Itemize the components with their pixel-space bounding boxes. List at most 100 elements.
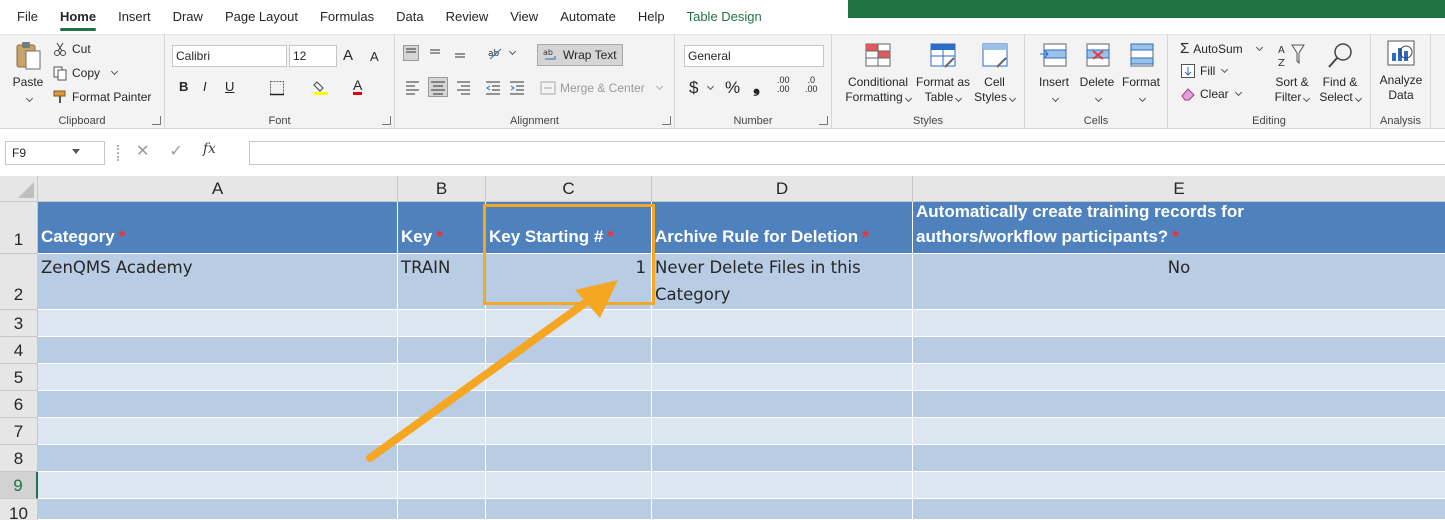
align-bottom-button[interactable] <box>453 45 469 61</box>
row-header-1[interactable]: 1 <box>0 202 38 254</box>
cell-b10[interactable] <box>398 499 486 520</box>
tab-help[interactable]: Help <box>627 0 676 34</box>
header-cell-key[interactable]: Key * <box>398 202 486 254</box>
cell-e3[interactable] <box>913 310 1445 337</box>
cell-a9[interactable] <box>38 472 398 499</box>
cell-d6[interactable] <box>652 391 913 418</box>
decrease-indent-button[interactable] <box>485 79 501 95</box>
insert-cells-button[interactable]: Insert <box>1033 41 1075 105</box>
cell-a4[interactable] <box>38 337 398 364</box>
cell-c7[interactable] <box>486 418 652 445</box>
cell-e7[interactable] <box>913 418 1445 445</box>
cell-b8[interactable] <box>398 445 486 472</box>
decrease-decimal-button[interactable]: .0.00 <box>805 76 818 94</box>
cell-d10[interactable] <box>652 499 913 520</box>
tab-page-layout[interactable]: Page Layout <box>214 0 309 34</box>
merge-center-button[interactable]: Merge & Center <box>540 80 663 96</box>
tab-data[interactable]: Data <box>385 0 434 34</box>
cell-c6[interactable] <box>486 391 652 418</box>
cancel-entry-icon[interactable]: ✕ <box>136 141 149 161</box>
formula-input[interactable] <box>249 141 1445 165</box>
tab-table-design[interactable]: Table Design <box>676 0 773 34</box>
row-header-2[interactable]: 2 <box>0 254 38 310</box>
cell-b2[interactable]: TRAIN <box>398 254 486 310</box>
insert-function-icon[interactable]: fx <box>203 141 216 161</box>
cell-d2[interactable]: Never Delete Files in this Category <box>652 254 913 310</box>
confirm-entry-icon[interactable]: ✓ <box>169 141 182 161</box>
cell-a8[interactable] <box>38 445 398 472</box>
cell-a10[interactable] <box>38 499 398 520</box>
cell-e4[interactable] <box>913 337 1445 364</box>
cell-c10[interactable] <box>486 499 652 520</box>
underline-button[interactable]: U <box>225 79 234 94</box>
number-format-select[interactable]: General <box>684 45 824 67</box>
cell-a2[interactable]: ZenQMS Academy <box>38 254 398 310</box>
tab-file[interactable]: File <box>6 0 49 34</box>
analyze-data-button[interactable]: Analyze Data <box>1373 39 1429 103</box>
column-header-d[interactable]: D <box>652 176 913 202</box>
percent-button[interactable]: % <box>725 78 740 98</box>
align-middle-button[interactable] <box>428 45 444 61</box>
row-header-8[interactable]: 8 <box>0 445 38 472</box>
cell-a3[interactable] <box>38 310 398 337</box>
cell-b9[interactable] <box>398 472 486 499</box>
cell-d4[interactable] <box>652 337 913 364</box>
alignment-launcher-icon[interactable] <box>662 116 671 125</box>
font-color-button[interactable]: A <box>353 78 363 95</box>
fill-color-button[interactable] <box>313 79 329 95</box>
align-center-button[interactable] <box>428 77 448 97</box>
tab-home[interactable]: Home <box>49 0 107 34</box>
column-header-a[interactable]: A <box>38 176 398 202</box>
currency-button[interactable]: $ <box>689 78 715 98</box>
row-header-10[interactable]: 10 <box>0 499 38 520</box>
align-left-button[interactable] <box>405 79 421 95</box>
delete-cells-button[interactable]: Delete <box>1075 41 1119 105</box>
conditional-formatting-button[interactable]: Conditional Formatting <box>842 41 914 105</box>
comma-button[interactable]: ❟ <box>753 76 760 97</box>
cell-d9[interactable] <box>652 472 913 499</box>
cell-b3[interactable] <box>398 310 486 337</box>
cell-c9[interactable] <box>486 472 652 499</box>
row-header-5[interactable]: 5 <box>0 364 38 391</box>
formula-bar-grip[interactable] <box>117 145 119 161</box>
name-box[interactable]: F9 <box>5 141 105 165</box>
select-all-button[interactable] <box>0 176 38 202</box>
increase-indent-button[interactable] <box>509 79 525 95</box>
cell-e9[interactable] <box>913 472 1445 499</box>
borders-button[interactable] <box>269 80 285 96</box>
find-select-button[interactable]: Find & Select <box>1316 41 1364 105</box>
cell-c5[interactable] <box>486 364 652 391</box>
cell-e8[interactable] <box>913 445 1445 472</box>
paste-button[interactable]: Paste <box>8 41 48 105</box>
increase-decimal-button[interactable]: .00.00 <box>777 76 790 94</box>
header-cell-key-starting[interactable]: Key Starting # * <box>486 202 652 254</box>
format-cells-button[interactable]: Format <box>1119 41 1163 105</box>
bold-button[interactable]: B <box>179 79 188 94</box>
grow-font-button[interactable]: A <box>343 47 353 64</box>
header-cell-archive-rule[interactable]: Archive Rule for Deletion * <box>652 202 913 254</box>
orientation-button[interactable]: ab <box>487 45 517 61</box>
header-cell-auto-training[interactable]: Automatically create training records fo… <box>913 202 1445 254</box>
name-box-dropdown-icon[interactable] <box>72 149 80 154</box>
row-header-9[interactable]: 9 <box>0 472 38 499</box>
number-launcher-icon[interactable] <box>819 116 828 125</box>
cell-b6[interactable] <box>398 391 486 418</box>
italic-button[interactable]: I <box>203 79 207 94</box>
cell-e2[interactable]: No <box>913 254 1445 310</box>
row-header-4[interactable]: 4 <box>0 337 38 364</box>
row-header-3[interactable]: 3 <box>0 310 38 337</box>
cell-c4[interactable] <box>486 337 652 364</box>
align-right-button[interactable] <box>455 79 471 95</box>
cell-styles-button[interactable]: Cell Styles <box>972 41 1017 105</box>
clear-button[interactable]: Clear <box>1180 86 1242 102</box>
cell-d3[interactable] <box>652 310 913 337</box>
cell-b4[interactable] <box>398 337 486 364</box>
tab-review[interactable]: Review <box>435 0 500 34</box>
sort-filter-button[interactable]: AZ Sort & Filter <box>1268 41 1316 105</box>
copy-button[interactable]: Copy <box>52 65 119 81</box>
cell-a5[interactable] <box>38 364 398 391</box>
cell-e10[interactable] <box>913 499 1445 520</box>
tab-formulas[interactable]: Formulas <box>309 0 385 34</box>
cell-b7[interactable] <box>398 418 486 445</box>
fill-button[interactable]: Fill <box>1180 63 1229 79</box>
